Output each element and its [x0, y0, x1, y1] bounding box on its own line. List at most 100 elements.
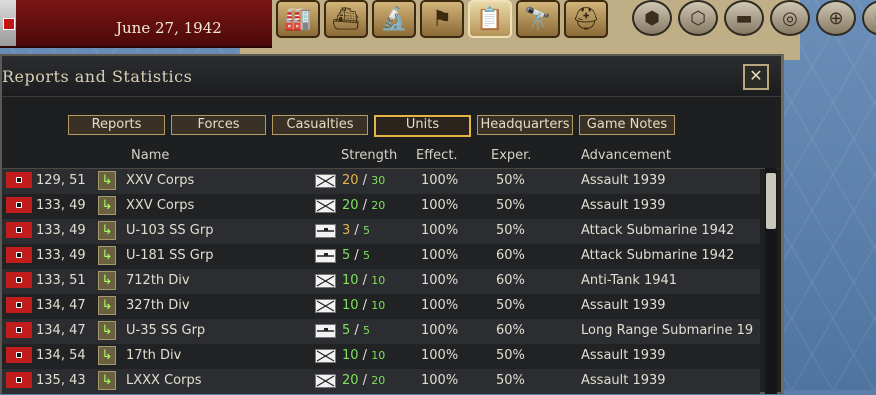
infantry-unit-icon: [315, 274, 336, 288]
hex-cluster-button[interactable]: ⬡: [678, 0, 718, 36]
target-button[interactable]: ⊕: [816, 0, 856, 36]
scrollbar-thumb[interactable]: [766, 173, 776, 229]
table-row[interactable]: 133, 49 ↳ U-103 SS Grp 3 / 5 100% 50% Attack S…: [2, 219, 760, 244]
table-row[interactable]: 134, 47 ↳ 327th Div 10 / 10 100% 50% Assault 1…: [2, 294, 760, 319]
table-row[interactable]: 129, 51 ↳ XXV Corps 20 / 30 100% 50% Assault 1…: [2, 169, 760, 194]
flag-icon: ⚑: [432, 6, 452, 32]
goto-unit-button[interactable]: ↳: [98, 271, 116, 290]
unit-experience: 60%: [496, 273, 525, 288]
research-button[interactable]: 🔬: [372, 0, 416, 38]
strength-max: 5: [362, 249, 370, 262]
strength-current: 20: [342, 173, 359, 188]
goto-unit-button[interactable]: ↳: [98, 221, 116, 240]
tab-reports[interactable]: Reports: [68, 115, 165, 135]
strength-separator: /: [358, 373, 372, 388]
tab-forces[interactable]: Forces: [171, 115, 266, 135]
unit-strength: 5 / 5: [342, 248, 370, 263]
table-header: Name Strength Effect. Exper. Advancement: [2, 148, 782, 166]
unit-strength: 10 / 10: [342, 298, 385, 313]
table-row[interactable]: 133, 49 ↳ U-181 SS Grp 5 / 5 100% 60% Attack S…: [2, 244, 760, 269]
strength-separator: /: [350, 248, 363, 263]
unit-experience: 60%: [496, 323, 525, 338]
unit-advancement: Assault 1939: [581, 198, 666, 213]
table-row[interactable]: 133, 49 ↳ XXV Corps 20 / 20 100% 50% Assault 1…: [2, 194, 760, 219]
col-exper[interactable]: Exper.: [491, 148, 531, 163]
unit-effectiveness: 100%: [421, 248, 459, 263]
tab-units[interactable]: Units: [374, 115, 471, 137]
strength-max: 20: [371, 374, 386, 387]
intelligence-button[interactable]: 🔭: [516, 0, 560, 38]
strength-max: 5: [362, 324, 370, 337]
unit-name: XXV Corps: [126, 198, 195, 213]
goto-unit-button[interactable]: ↳: [98, 246, 116, 265]
reports-button[interactable]: 📋: [468, 0, 512, 38]
tab-casualties[interactable]: Casualties: [272, 115, 368, 135]
units-table: 129, 51 ↳ XXV Corps 20 / 30 100% 50% Assault 1…: [2, 168, 778, 395]
unit-strength: 5 / 5: [342, 323, 370, 338]
submarine-unit-icon: [315, 249, 336, 263]
table-row[interactable]: 133, 51 ↳ 712th Div 10 / 10 100% 60% Anti-Tank…: [2, 269, 760, 294]
coins-icon: ◎: [782, 7, 798, 29]
strength-current: 10: [342, 348, 359, 363]
army-button[interactable]: ⛑: [564, 0, 608, 38]
strength-current: 10: [342, 273, 359, 288]
unit-strength: 10 / 10: [342, 273, 385, 288]
unit-effectiveness: 100%: [421, 373, 459, 388]
tab-headquarters[interactable]: Headquarters: [477, 115, 573, 135]
tank-button[interactable]: ▬: [724, 0, 764, 36]
economy-button[interactable]: ◎: [770, 0, 810, 36]
strength-separator: /: [358, 273, 372, 288]
unit-location: 133, 49: [36, 248, 86, 263]
tab-game-notes[interactable]: Game Notes: [579, 115, 675, 135]
col-effect[interactable]: Effect.: [416, 148, 458, 163]
unit-name: 712th Div: [126, 273, 190, 288]
date-bar: June 27, 1942: [0, 0, 272, 48]
tank-icon: ▬: [735, 7, 753, 29]
unit-strength: 20 / 20: [342, 373, 385, 388]
unit-name: LXXX Corps: [126, 373, 202, 388]
unit-effectiveness: 100%: [421, 273, 459, 288]
microscope-icon: 🔬: [380, 6, 408, 32]
table-row[interactable]: 135, 43 ↳ LXXX Corps 20 / 20 100% 50% Assault …: [2, 369, 760, 394]
unit-advancement: Attack Submarine 1942: [581, 248, 735, 263]
strength-current: 10: [342, 298, 359, 313]
arrow-down-right-icon: ↳: [101, 298, 113, 313]
col-strength[interactable]: Strength: [341, 148, 397, 163]
nation-flag-icon[interactable]: [0, 0, 16, 46]
current-date: June 27, 1942: [116, 19, 222, 37]
target-icon: ⊕: [828, 7, 844, 29]
goto-unit-button[interactable]: ↳: [98, 346, 116, 365]
nation-flag-icon: [6, 172, 32, 188]
goto-unit-button[interactable]: ↳: [98, 196, 116, 215]
main-toolbar: 🏭 ⛴ 🔬 ⚑ 📋 🔭 ⛑: [276, 0, 608, 42]
production-button[interactable]: 🏭: [276, 0, 320, 38]
diplomacy-button[interactable]: ⚑: [420, 0, 464, 38]
naval-button[interactable]: ⛴: [324, 0, 368, 38]
strength-separator: /: [350, 323, 363, 338]
infantry-unit-icon: [315, 349, 336, 363]
col-name[interactable]: Name: [131, 148, 169, 163]
unit-experience: 50%: [496, 223, 525, 238]
nation-flag-icon: [6, 272, 32, 288]
goto-unit-button[interactable]: ↳: [98, 171, 116, 190]
unit-name: U-181 SS Grp: [126, 248, 214, 263]
unit-name: 17th Div: [126, 348, 182, 363]
hex-mode-button[interactable]: ⬢: [632, 0, 672, 36]
table-row[interactable]: 134, 47 ↳ U-35 SS Grp 5 / 5 100% 60% Long Rang…: [2, 319, 760, 344]
strength-max: 10: [371, 274, 386, 287]
strength-separator: /: [358, 348, 372, 363]
close-button[interactable]: ✕: [743, 64, 769, 90]
goto-unit-button[interactable]: ↳: [98, 321, 116, 340]
ship-icon: ⛴: [332, 6, 360, 32]
goto-unit-button[interactable]: ↳: [98, 371, 116, 390]
nation-flag-icon: [6, 247, 32, 263]
unit-effectiveness: 100%: [421, 348, 459, 363]
unit-name: 327th Div: [126, 298, 190, 313]
unit-effectiveness: 100%: [421, 223, 459, 238]
table-scrollbar[interactable]: [765, 168, 777, 394]
table-row[interactable]: 134, 54 ↳ 17th Div 10 / 10 100% 50% Assault 19…: [2, 344, 760, 369]
col-advancement[interactable]: Advancement: [581, 148, 671, 163]
settings-button[interactable]: ⚙: [862, 0, 876, 36]
goto-unit-button[interactable]: ↳: [98, 296, 116, 315]
reports-window: Reports and Statistics ✕ Reports Forces …: [0, 54, 784, 394]
